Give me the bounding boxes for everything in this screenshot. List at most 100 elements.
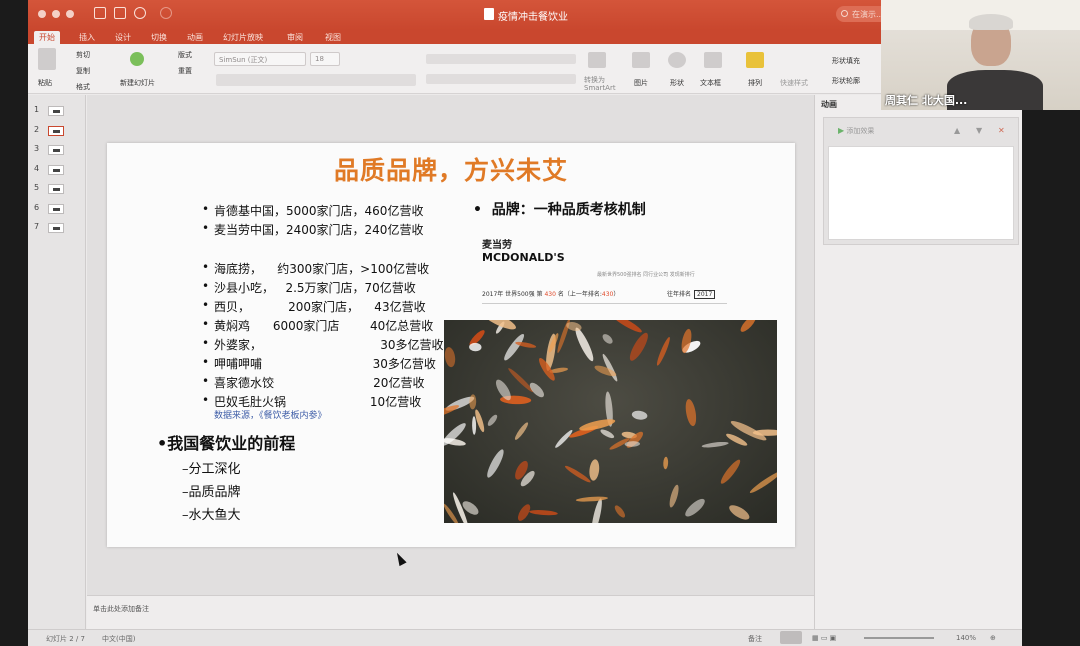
history-year-select[interactable]: 2017 xyxy=(694,290,716,299)
undo-icon[interactable] xyxy=(134,7,146,19)
koi-fish xyxy=(685,399,697,427)
smartart-icon[interactable] xyxy=(588,52,606,68)
ranking-links: 最新世界500强排名 同行业公司 发现新排行 xyxy=(597,272,695,278)
shape-outline-button[interactable]: 形状轮廓 xyxy=(832,76,860,86)
animation-box: ▶ 添加效果 ▲ ▼ ✕ xyxy=(823,117,1019,245)
mcdonalds-en-name: MCDONALD'S xyxy=(482,251,565,264)
add-effect-button[interactable]: ▶ 添加效果 xyxy=(838,126,874,136)
slide-thumbnail[interactable] xyxy=(48,184,64,194)
brand-heading: • 品牌：一种品质考核机制 xyxy=(473,202,646,218)
view-buttons[interactable]: ▦ ▭ ▣ xyxy=(812,634,836,642)
font-name-select[interactable]: SimSun (正文) xyxy=(214,52,306,66)
new-slide-icon[interactable] xyxy=(130,52,144,66)
convert-smartart-button[interactable]: 转换为 SmartArt xyxy=(584,76,624,92)
koi-fish xyxy=(514,422,529,440)
tab-review[interactable]: 审阅 xyxy=(282,31,308,44)
picture-icon[interactable] xyxy=(632,52,650,68)
koi-fish xyxy=(612,320,642,333)
koi-fish xyxy=(555,429,573,448)
redo-icon[interactable] xyxy=(160,7,172,19)
slide-thumbnail[interactable] xyxy=(48,106,64,116)
slide-thumbnail[interactable] xyxy=(48,164,64,175)
arrange-icon[interactable] xyxy=(746,52,764,68)
new-slide-button[interactable]: 新建幻灯片 xyxy=(120,78,155,88)
shape-button[interactable]: 形状 xyxy=(670,78,684,88)
koi-fish xyxy=(720,459,741,484)
thumbnail-number: 7 xyxy=(34,222,40,231)
paste-icon[interactable] xyxy=(38,48,56,70)
shape-icon[interactable] xyxy=(668,52,686,68)
tab-home[interactable]: 开始 xyxy=(34,31,60,44)
language-indicator[interactable]: 中文(中国) xyxy=(102,634,135,644)
koi-fish xyxy=(631,410,648,420)
layout-button[interactable]: 版式 xyxy=(178,50,192,60)
tab-insert[interactable]: 插入 xyxy=(74,31,100,44)
tab-design[interactable]: 设计 xyxy=(110,31,136,44)
slide[interactable]: 品质品牌，方兴未艾 • 肯德基中国，5000家门店，460亿营收 • 麦当劳中国，24… xyxy=(107,143,795,547)
alignment-buttons[interactable] xyxy=(426,74,576,84)
font-size-select[interactable]: 18 xyxy=(310,52,340,66)
slide-thumbnail[interactable] xyxy=(48,145,64,155)
paste-button[interactable]: 粘贴 xyxy=(38,78,52,88)
fit-slide-icon[interactable]: ⊕ xyxy=(990,634,996,642)
format-painter-button[interactable]: 格式 xyxy=(76,82,90,92)
slide-canvas: 品质品牌，方兴未艾 • 肯德基中国，5000家门店，460亿营收 • 麦当劳中国，24… xyxy=(87,95,814,595)
slide-thumbnail[interactable] xyxy=(48,203,64,214)
cut-button[interactable]: 剪切 xyxy=(76,50,90,60)
home-icon[interactable] xyxy=(94,7,106,19)
future-item: –分工深化 xyxy=(182,462,241,477)
koi-fish xyxy=(729,505,750,520)
webcam-feed: 周其仁 北大国... xyxy=(881,0,1080,110)
textbox-icon[interactable] xyxy=(704,52,722,68)
textbox-button[interactable]: 文本框 xyxy=(700,78,721,88)
arrange-button[interactable]: 排列 xyxy=(748,78,762,88)
thumbnail-number: 5 xyxy=(34,183,40,192)
revenue-bullet: • 西贝， 200家门店， 43亿营收 xyxy=(202,298,426,314)
tab-animations[interactable]: 动画 xyxy=(182,31,208,44)
zoom-slider[interactable] xyxy=(864,637,934,639)
zoom-level: 140% xyxy=(956,634,977,642)
notes-placeholder[interactable]: 单击此处添加备注 xyxy=(93,604,149,614)
font-format-buttons[interactable] xyxy=(216,74,416,86)
comments-toggle[interactable] xyxy=(780,631,802,644)
future-item: –品质品牌 xyxy=(182,485,241,500)
revenue-bullet: • 外婆家， 30多亿营收 xyxy=(202,336,444,352)
notes-toggle[interactable]: 备注 xyxy=(748,634,762,644)
slide-thumbnail[interactable] xyxy=(48,125,64,136)
shape-fill-button[interactable]: 形状填充 xyxy=(832,56,860,66)
koi-fish xyxy=(469,394,477,410)
picture-button[interactable]: 图片 xyxy=(634,78,648,88)
animation-list[interactable] xyxy=(828,146,1014,240)
future-heading: •我国餐饮业的前程 xyxy=(157,434,296,453)
copy-button[interactable]: 复制 xyxy=(76,66,90,76)
close-window-button[interactable] xyxy=(38,10,46,18)
reset-button[interactable]: 重置 xyxy=(178,66,192,76)
slide-thumbnail[interactable] xyxy=(48,223,64,233)
tab-slideshow[interactable]: 幻灯片放映 xyxy=(218,31,268,44)
koi-fish xyxy=(749,471,777,493)
koi-fish xyxy=(663,456,669,470)
minimize-window-button[interactable] xyxy=(52,10,60,18)
title-bar: 疫情冲击餐饮业 在演示... xyxy=(28,0,1022,30)
paragraph-buttons[interactable] xyxy=(426,54,576,64)
quick-styles-button[interactable]: 快速样式 xyxy=(780,78,808,88)
tab-view[interactable]: 视图 xyxy=(320,31,346,44)
participant-name: 周其仁 北大国... xyxy=(885,94,968,107)
koi-pond-photo[interactable] xyxy=(444,320,777,523)
remove-icon[interactable]: ✕ xyxy=(998,126,1005,135)
revenue-bullet: • 黄焖鸡 6000家门店 40亿总营收 xyxy=(202,317,434,333)
koi-fish xyxy=(614,505,626,518)
thumbnail-number: 4 xyxy=(34,163,40,173)
slide-title[interactable]: 品质品牌，方兴未艾 xyxy=(107,151,795,187)
tab-transitions[interactable]: 切换 xyxy=(146,31,172,44)
document-icon xyxy=(484,8,494,20)
koi-fish xyxy=(629,332,648,361)
move-up-icon[interactable]: ▲ xyxy=(954,126,960,135)
koi-fish xyxy=(487,414,498,426)
slide-count: 幻灯片 2 / 7 xyxy=(46,635,85,643)
zoom-window-button[interactable] xyxy=(66,10,74,18)
save-icon[interactable] xyxy=(114,7,126,19)
move-down-icon[interactable]: ▼ xyxy=(976,126,982,135)
search-icon xyxy=(841,10,848,17)
notes-pane[interactable]: 单击此处添加备注 xyxy=(87,595,814,629)
